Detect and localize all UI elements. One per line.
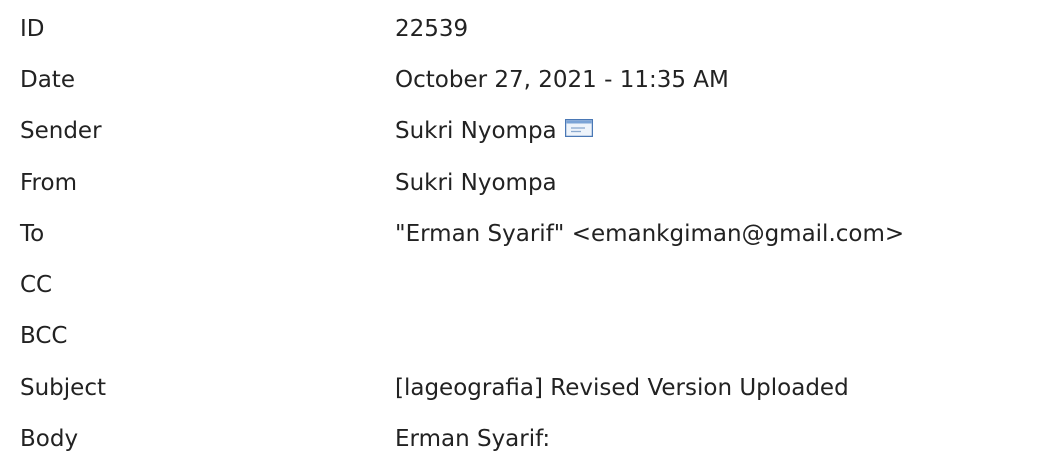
envelope-icon[interactable] — [564, 119, 593, 137]
field-label-cc: CC — [20, 272, 53, 298]
field-value-subject: [lageografia] Revised Version Uploaded — [395, 375, 849, 401]
field-row-id: ID 22539 — [0, 8, 1050, 50]
field-label-bcc: BCC — [20, 323, 68, 349]
field-value-sender: Sukri Nyompa — [395, 110, 593, 152]
field-label-from: From — [20, 170, 77, 196]
field-row-to: To "Erman Syarif" <emankgiman@gmail.com> — [0, 213, 1050, 255]
field-label-date: Date — [20, 67, 75, 93]
field-label-body: Body — [20, 426, 79, 452]
field-value-date: October 27, 2021 - 11:35 AM — [395, 67, 729, 93]
field-label-id: ID — [20, 16, 45, 42]
field-row-cc: CC — [0, 264, 1050, 306]
field-label-subject: Subject — [20, 375, 106, 401]
field-value-body: Erman Syarif: — [395, 426, 551, 452]
field-row-sender: Sender Sukri Nyompa — [0, 110, 1050, 152]
field-value-id: 22539 — [395, 16, 469, 42]
field-value-from: Sukri Nyompa — [395, 170, 557, 196]
field-row-body: Body Erman Syarif: — [0, 418, 1050, 460]
field-row-from: From Sukri Nyompa — [0, 162, 1050, 204]
field-row-subject: Subject [lageografia] Revised Version Up… — [0, 367, 1050, 409]
field-label-sender: Sender — [20, 118, 102, 144]
field-label-to: To — [20, 221, 45, 247]
field-row-bcc: BCC — [0, 315, 1050, 357]
email-details-table: ID 22539 Date October 27, 2021 - 11:35 A… — [0, 0, 1050, 464]
field-value-to: "Erman Syarif" <emankgiman@gmail.com> — [395, 221, 905, 247]
sender-name: Sukri Nyompa — [395, 118, 557, 144]
field-row-date: Date October 27, 2021 - 11:35 AM — [0, 59, 1050, 101]
